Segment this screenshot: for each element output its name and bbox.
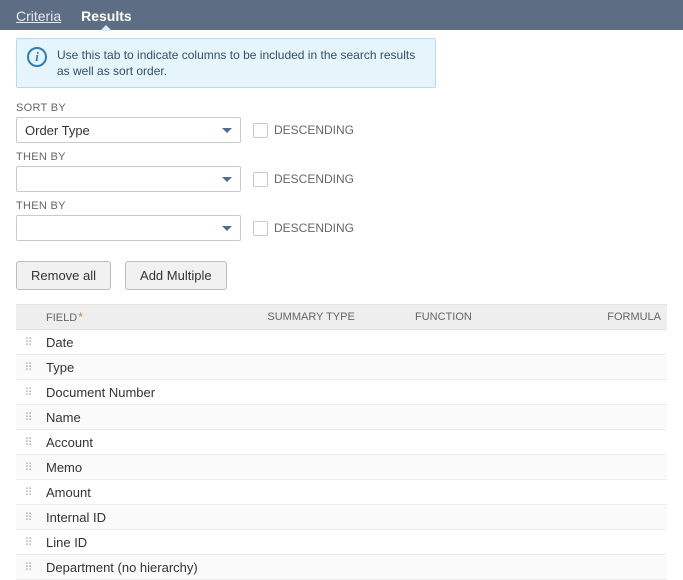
table-row[interactable]: ⠿Amount [16,480,667,505]
grid-header-formula[interactable]: FORMULA [550,311,667,323]
field-cell: Account [42,435,270,450]
sort-by-value: Order Type [25,123,90,138]
table-row[interactable]: ⠿Account [16,430,667,455]
then-by-desc-label-1: DESCENDING [274,172,354,186]
sort-by-label: SORT BY [16,102,667,114]
results-grid: FIELD* SUMMARY TYPE FUNCTION FORMULA ⠿Da… [16,304,667,580]
drag-handle-icon[interactable]: ⠿ [16,561,42,574]
drag-handle-icon[interactable]: ⠿ [16,336,42,349]
button-row: Remove all Add Multiple [0,253,683,304]
tab-criteria[interactable]: Criteria [16,3,61,30]
tab-results[interactable]: Results [81,3,132,30]
drag-handle-icon[interactable]: ⠿ [16,511,42,524]
chevron-down-icon [222,128,232,133]
grid-header-field[interactable]: FIELD* [42,310,267,324]
sort-by-desc-checkbox[interactable] [253,123,268,138]
info-box: i Use this tab to indicate columns to be… [16,38,436,88]
table-row[interactable]: ⠿Document Number [16,380,667,405]
field-cell: Document Number [42,385,270,400]
field-cell: Line ID [42,535,270,550]
sort-section: SORT BY Order Type DESCENDING THEN BY DE… [0,96,683,253]
tab-bar: Criteria Results [0,0,683,30]
then-by-desc-checkbox-1[interactable] [253,172,268,187]
drag-handle-icon[interactable]: ⠿ [16,536,42,549]
grid-header-row: FIELD* SUMMARY TYPE FUNCTION FORMULA [16,304,667,330]
then-by-dropdown-2[interactable] [16,215,241,241]
drag-handle-icon[interactable]: ⠿ [16,461,42,474]
field-cell: Amount [42,485,270,500]
then-by-dropdown-1[interactable] [16,166,241,192]
info-icon: i [27,47,47,67]
sort-by-desc-label: DESCENDING [274,123,354,137]
grid-header-function[interactable]: FUNCTION [415,311,550,323]
table-row[interactable]: ⠿Memo [16,455,667,480]
then-by-desc-label-2: DESCENDING [274,221,354,235]
then-by-desc-checkbox-2[interactable] [253,221,268,236]
field-cell: Type [42,360,270,375]
field-cell: Name [42,410,270,425]
drag-handle-icon[interactable]: ⠿ [16,386,42,399]
drag-handle-icon[interactable]: ⠿ [16,361,42,374]
required-star-icon: * [78,310,83,324]
table-row[interactable]: ⠿Date [16,330,667,355]
table-row[interactable]: ⠿Type [16,355,667,380]
drag-handle-icon[interactable]: ⠿ [16,411,42,424]
grid-body: ⠿Date⠿Type⠿Document Number⠿Name⠿Account⠿… [16,330,667,580]
sort-by-dropdown[interactable]: Order Type [16,117,241,143]
drag-handle-icon[interactable]: ⠿ [16,436,42,449]
table-row[interactable]: ⠿Internal ID [16,505,667,530]
table-row[interactable]: ⠿Department (no hierarchy) [16,555,667,580]
chevron-down-icon [222,226,232,231]
chevron-down-icon [222,177,232,182]
field-cell: Internal ID [42,510,270,525]
then-by-label-1: THEN BY [16,151,667,163]
add-multiple-button[interactable]: Add Multiple [125,261,227,290]
then-by-label-2: THEN BY [16,200,667,212]
field-cell: Date [42,335,270,350]
info-text: Use this tab to indicate columns to be i… [57,47,425,79]
drag-handle-icon[interactable]: ⠿ [16,486,42,499]
table-row[interactable]: ⠿Line ID [16,530,667,555]
grid-header-summary-type[interactable]: SUMMARY TYPE [267,311,415,323]
table-row[interactable]: ⠿Name [16,405,667,430]
field-cell: Memo [42,460,270,475]
field-cell: Department (no hierarchy) [42,560,270,575]
remove-all-button[interactable]: Remove all [16,261,111,290]
